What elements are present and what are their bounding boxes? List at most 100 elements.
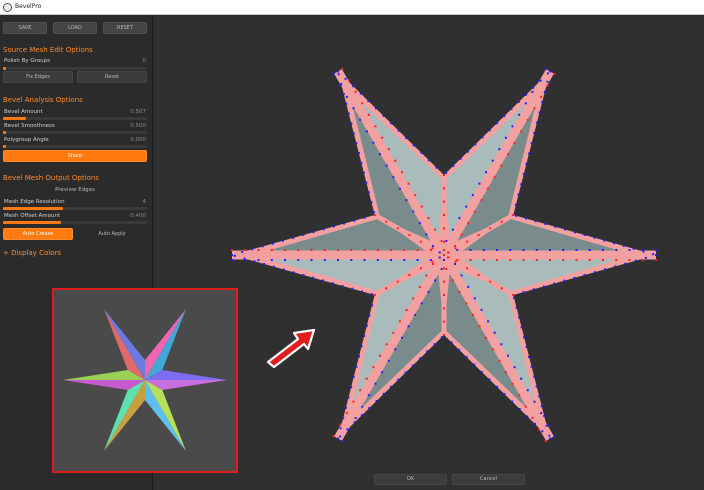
edge-point [460, 233, 463, 236]
edge-point [593, 271, 596, 274]
edge-point [655, 254, 657, 256]
sharp-button[interactable]: Sharp [3, 150, 147, 162]
reset-all-button[interactable]: RESET [103, 22, 147, 34]
edge-point [365, 181, 368, 184]
auto-crease-button[interactable]: Auto Crease [3, 228, 73, 240]
edge-point [513, 141, 516, 144]
mesh-offset-amount-slider[interactable] [3, 221, 147, 224]
edge-point [655, 249, 657, 251]
edge-point [368, 407, 371, 410]
edge-point [241, 251, 244, 254]
edge-point [469, 249, 472, 251]
source-mesh-section-title[interactable]: Source Mesh Edit Options [3, 46, 93, 55]
edge-point [573, 231, 576, 234]
edge-point [433, 343, 436, 346]
edge-point [465, 302, 468, 305]
edge-point [374, 125, 377, 128]
edge-point [341, 440, 344, 443]
edge-point [533, 131, 536, 134]
edge-point [359, 118, 362, 121]
display-colors-section-toggle[interactable]: + Display Colors [3, 249, 61, 258]
edge-point [443, 200, 445, 203]
mesh-edge-resolution-slider[interactable] [3, 207, 147, 210]
edge-point [488, 129, 491, 132]
edge-point [488, 378, 491, 381]
edge-point [431, 247, 434, 250]
preview-edges-toggle[interactable]: Preview Edges [3, 186, 147, 194]
edge-point [454, 245, 456, 247]
fix-edges-button[interactable]: Fix Edges [3, 71, 73, 83]
edge-point [345, 412, 348, 415]
edge-point [284, 259, 286, 261]
bevel-amount-slider[interactable] [3, 117, 147, 120]
edge-point [270, 249, 273, 251]
edge-point [345, 102, 348, 105]
edge-point [503, 393, 506, 396]
auto-apply-button[interactable]: Auto Apply [77, 228, 147, 240]
edge-point [371, 304, 374, 307]
edge-point [419, 267, 422, 270]
edge-point [355, 365, 358, 368]
edge-point [480, 199, 483, 202]
edge-point [465, 356, 468, 359]
edge-point [443, 267, 445, 270]
edge-point [544, 67, 547, 70]
bevel-smoothness-slider[interactable] [3, 131, 147, 134]
polish-by-groups-value: 0 [142, 58, 147, 64]
edge-point [323, 259, 326, 261]
edge-point [546, 80, 549, 83]
cancel-button[interactable]: Cancel [452, 474, 525, 485]
edge-point [480, 308, 483, 311]
bevel-output-section-title[interactable]: Bevel Mesh Output Options [3, 174, 99, 183]
edge-point [443, 214, 445, 216]
edge-point [438, 251, 441, 254]
edge-point [312, 276, 315, 279]
edge-point [434, 228, 437, 231]
edge-point [354, 90, 357, 93]
edge-point [487, 187, 490, 190]
edge-point [427, 159, 430, 162]
edge-point [407, 182, 410, 185]
save-button[interactable]: SAVE [3, 22, 47, 34]
edge-point [425, 274, 428, 277]
edge-point [284, 249, 286, 251]
edge-point [363, 335, 366, 337]
edge-point [540, 412, 543, 415]
edge-point [459, 157, 462, 160]
edge-point [443, 240, 445, 243]
edge-point [385, 287, 388, 290]
edge-point [458, 290, 461, 293]
edge-point [493, 176, 496, 179]
polish-by-groups-label: Polish By Groups [4, 58, 51, 64]
edge-point [360, 345, 363, 348]
edge-point [342, 417, 345, 420]
load-button[interactable]: LOAD [53, 22, 97, 34]
ok-button[interactable]: OK [374, 474, 447, 485]
edge-point [450, 341, 453, 344]
edge-point [381, 136, 384, 139]
edge-point [588, 259, 591, 261]
edge-point [522, 249, 525, 251]
preview-polygroup [104, 309, 145, 380]
edge-point [337, 437, 339, 440]
polish-by-groups-slider[interactable] [3, 67, 147, 70]
bevel-analysis-section-title[interactable]: Bevel Analysis Options [3, 96, 83, 105]
edge-point [504, 136, 507, 139]
edge-point [432, 263, 434, 265]
edge-point [411, 364, 414, 367]
edge-point [474, 143, 477, 146]
edge-point [392, 176, 395, 179]
edge-point [515, 306, 518, 309]
edge-point [615, 249, 618, 251]
polygroup-angle-slider[interactable] [3, 145, 147, 148]
edge-point [337, 249, 339, 251]
edge-point [403, 249, 406, 251]
edge-point [401, 336, 403, 339]
edge-point [498, 148, 501, 151]
mesh-edge-resolution-value: 4 [142, 199, 147, 205]
edge-point [530, 142, 533, 145]
source-reset-button[interactable]: Reset [77, 71, 147, 83]
edge-point [412, 144, 415, 147]
edge-point [541, 101, 544, 104]
edge-point [543, 415, 546, 417]
